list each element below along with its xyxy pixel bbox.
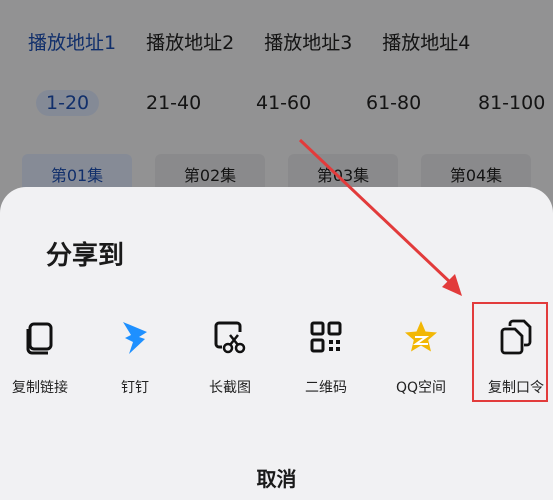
share-item-label: 长截图 [209,380,251,396]
share-item-qr-code[interactable]: 二维码 [280,311,372,411]
share-item-label: 二维码 [305,380,347,396]
qr-code-icon [306,317,346,357]
qzone-star-icon [401,317,441,357]
share-item-qzone[interactable]: QQ空间 [375,311,467,411]
share-item-label: 复制链接 [12,380,68,396]
annotation-highlight-box [472,302,548,402]
share-item-copy-link[interactable]: 复制链接 [0,311,86,411]
long-screenshot-icon [210,317,250,357]
share-item-dingtalk[interactable]: 钉钉 [89,311,181,411]
sheet-title: 分享到 [46,241,125,271]
share-item-long-screenshot[interactable]: 长截图 [184,311,276,411]
cancel-button[interactable]: 取消 [0,463,553,492]
share-item-label: QQ空间 [395,380,447,396]
dingtalk-icon [115,317,155,357]
copy-link-icon [20,317,60,357]
share-item-label: 钉钉 [121,380,149,396]
share-sheet: 分享到 复制链接 钉钉 长截图 二维码 QQ空间 复制口令 取消 [0,187,553,500]
